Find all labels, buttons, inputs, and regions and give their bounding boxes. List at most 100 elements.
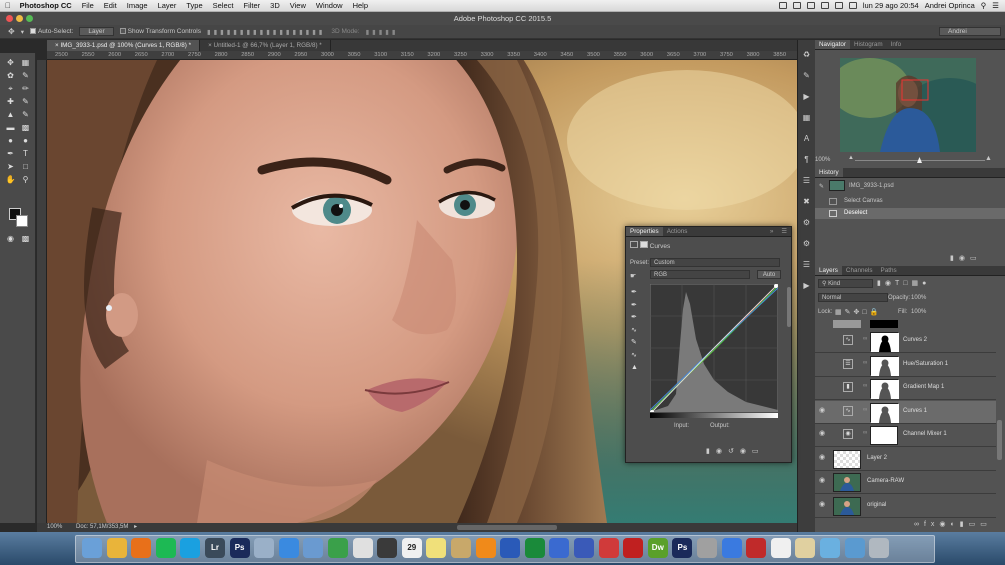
eyedropper-tool-icon[interactable]: ✏ [20, 83, 31, 94]
dock-script-icon[interactable] [795, 538, 816, 558]
dock-filezilla-icon[interactable] [623, 538, 644, 558]
hand-tool-icon[interactable]: ✋ [5, 174, 16, 185]
rectangle-tool-icon[interactable]: □ [20, 161, 31, 172]
list-icon[interactable]: ☰ [992, 1, 999, 10]
menu-layer[interactable]: Layer [153, 1, 182, 10]
lock-icons[interactable]: ▦✎✥□🔒 [835, 308, 881, 316]
tab-histogram[interactable]: Histogram [850, 40, 887, 49]
menu-help[interactable]: Help [348, 1, 373, 10]
dodge-tool-icon[interactable]: ● [20, 135, 31, 146]
menu-view[interactable]: View [285, 1, 311, 10]
zoom-out-icon[interactable]: ▲ [848, 155, 854, 161]
eye-hidden-icon[interactable] [819, 337, 827, 343]
zoom-window-icon[interactable] [26, 15, 33, 22]
zoom-level[interactable]: 100% [47, 524, 62, 530]
layer-mask-thumb[interactable] [870, 379, 899, 399]
eye-hidden-icon[interactable] [819, 384, 827, 390]
navigator-preview[interactable] [840, 58, 976, 152]
pen-tool-icon[interactable]: ✒ [5, 148, 16, 159]
properties-scrollbar[interactable] [787, 287, 791, 327]
auto-button[interactable]: Auto [757, 270, 781, 279]
history-brush-icon[interactable]: ✎ [20, 109, 31, 120]
zoom-in-icon[interactable]: ▲ [985, 155, 992, 162]
user-name[interactable]: Andrei Oprinca [925, 1, 975, 10]
quick-mask-icon[interactable]: ◉ [5, 233, 16, 244]
menu-window[interactable]: Window [311, 1, 348, 10]
dock-safari-icon[interactable] [278, 538, 299, 558]
tab-close-icon[interactable]: × [55, 42, 59, 49]
dock-doc-icon[interactable] [770, 538, 791, 558]
minimize-window-icon[interactable] [16, 15, 23, 22]
tab-actions[interactable]: Actions [663, 227, 692, 236]
gradient-tool-icon[interactable]: ▩ [20, 122, 31, 133]
white-point-eyedropper-icon[interactable]: ✒ [631, 312, 638, 325]
eye-icon[interactable]: ◉ [819, 501, 827, 508]
layer-row[interactable]: ▮ ∞ Gradient Map 1 [815, 377, 996, 400]
auto-select-dropdown[interactable]: Layer [79, 27, 114, 36]
doc-size[interactable]: Doc: 57,1M/353,5M [76, 524, 128, 530]
panel-collapse-icon[interactable]: » [766, 227, 778, 236]
play-panel-icon[interactable]: ▶ [801, 280, 813, 292]
eye-icon[interactable]: ◉ [819, 477, 827, 484]
dock-nuke-icon[interactable] [598, 538, 619, 558]
menu-3d[interactable]: 3D [265, 1, 285, 10]
align-icons[interactable]: ▮▮▮▮▮▮▮▮▮▮▮▮▮▮▮▮▮▮ [207, 28, 325, 36]
wifi-icon[interactable] [820, 2, 829, 9]
menu-filter[interactable]: Filter [238, 1, 265, 10]
brush-tool-icon[interactable]: ✎ [20, 96, 31, 107]
layers-footer-icons[interactable]: ∞fx◉◐▮▭▭ [914, 520, 992, 528]
tab-layers[interactable]: Layers [815, 266, 842, 275]
apple-icon[interactable]:  [0, 1, 16, 10]
dock-folder-icon[interactable] [844, 538, 865, 558]
settings-panel-icon[interactable]: ⚙ [801, 217, 813, 229]
layer-row[interactable]: ☰ ∞ Hue/Saturation 1 [815, 354, 996, 377]
layer-mask-thumb[interactable] [870, 332, 899, 352]
screen-mode-icon[interactable]: ▩ [20, 233, 31, 244]
dock-finder-icon[interactable] [82, 538, 102, 558]
dock-dw-icon[interactable]: Dw [647, 538, 668, 558]
auto-select-checkbox[interactable] [29, 28, 36, 35]
properties-panel-icon[interactable]: ⚙ [801, 238, 813, 250]
tab-untitled[interactable]: × Untitled-1 @ 66,7% (Layer 1, RGB/8) * [200, 40, 331, 51]
healing-brush-icon[interactable]: ✚ [5, 96, 16, 107]
artboard-tool-icon[interactable]: ▦ [20, 57, 31, 68]
blur-tool-icon[interactable]: ● [5, 135, 16, 146]
info-panel-icon[interactable]: ☰ [801, 259, 813, 271]
swatches-panel-icon[interactable]: ▦ [801, 112, 813, 124]
tray-icon[interactable] [778, 2, 787, 9]
dock-dropbox-icon[interactable] [721, 538, 742, 558]
pencil-curve-icon[interactable]: ✎ [631, 337, 638, 350]
layer-row[interactable]: ◉ Layer 2 [815, 448, 996, 471]
quick-select-tool-icon[interactable]: ✎ [20, 70, 31, 81]
history-item-selected[interactable]: Deselect [815, 208, 1005, 219]
panel-menu-icon[interactable]: ☰ [777, 227, 791, 236]
tools-panel-icon[interactable]: ✖ [801, 196, 813, 208]
dock-ps-icon[interactable]: Ps [672, 538, 693, 558]
tab-history[interactable]: History [815, 168, 843, 177]
move-tool-icon[interactable]: ✥ [5, 57, 16, 68]
layer-mask-thumb[interactable] [870, 402, 899, 423]
dock-mail-icon[interactable] [303, 538, 324, 558]
dock-trash-icon[interactable] [869, 538, 890, 558]
link-icon[interactable]: ∞ [863, 430, 867, 436]
dock-notes-icon[interactable] [426, 538, 447, 558]
workspace-dropdown[interactable]: Andrei [939, 27, 1001, 36]
eye-icon[interactable]: ◉ [819, 454, 827, 461]
preset-dropdown[interactable]: Custom [650, 258, 780, 267]
target-adjust-icon[interactable]: ☛ [630, 272, 636, 280]
clone-stamp-icon[interactable]: ▲ [5, 109, 16, 120]
link-icon[interactable]: ∞ [863, 360, 867, 366]
vertical-ruler[interactable] [37, 60, 47, 523]
menu-file[interactable]: File [77, 1, 99, 10]
tab-paths[interactable]: Paths [877, 266, 901, 275]
smooth-curve-icon[interactable]: ∿ [631, 350, 638, 363]
channel-dropdown[interactable]: RGB [650, 270, 750, 279]
layer-row[interactable]: ∿ ∞ Curves 2 [815, 330, 996, 353]
app-menu[interactable]: Photoshop CC [16, 1, 77, 10]
dock-spotify-icon[interactable] [155, 538, 176, 558]
layer-filter-icons[interactable]: ▮◉T□▦● [877, 279, 930, 287]
layer-row[interactable]: ◉ ◉ ∞ Channel Mixer 1 [815, 424, 996, 447]
link-icon[interactable]: ∞ [863, 383, 867, 389]
background-color-swatch[interactable] [16, 215, 28, 227]
path-select-icon[interactable]: ➤ [5, 161, 16, 172]
